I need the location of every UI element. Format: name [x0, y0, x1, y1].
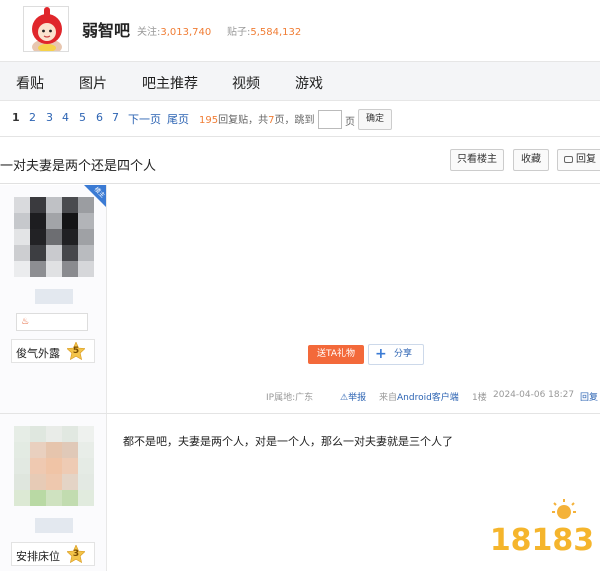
- ip-location: IP属地:广东: [266, 393, 314, 403]
- pagination-bar: 1 2 3 4 5 6 7 下一页 尾页 195回复贴，共7页，跳到: [0, 101, 600, 137]
- page-link[interactable]: 6: [96, 111, 103, 124]
- nav-item-posts[interactable]: 看贴: [16, 73, 44, 93]
- forum-mascot-icon: [24, 7, 68, 51]
- warning-icon: ⚠: [340, 393, 349, 403]
- reply-summary: 195回复贴，共7页，跳到: [199, 111, 314, 126]
- posts-stat: 贴子:5,584,132: [227, 23, 301, 38]
- site-watermark-logo: 18183: [492, 499, 592, 559]
- report-label: 举报: [348, 393, 367, 403]
- page-link[interactable]: 3: [46, 111, 53, 124]
- share-button[interactable]: + 分享: [368, 344, 424, 365]
- post-reply-link[interactable]: 回复: [580, 390, 598, 403]
- followers-count: 3,013,740: [160, 27, 212, 38]
- floor-number: 1楼: [472, 393, 487, 403]
- next-page-link[interactable]: 下一页: [128, 111, 161, 127]
- level-number: 5: [72, 346, 80, 356]
- username-blur: [35, 518, 73, 533]
- forum-name[interactable]: 弱智吧: [82, 17, 130, 41]
- followers-stat: 关注:3,013,740: [137, 23, 211, 38]
- page-link[interactable]: 4: [62, 111, 69, 124]
- page-count-unit: 页，: [274, 115, 295, 126]
- nav-item-images[interactable]: 图片: [79, 73, 107, 93]
- thread-title: 一对夫妻是两个还是四个人: [0, 159, 157, 174]
- only-op-button[interactable]: 只看楼主: [450, 149, 504, 171]
- forum-avatar[interactable]: [23, 6, 69, 52]
- reply-count: 195: [199, 115, 219, 126]
- user-name[interactable]: 安排床位: [16, 548, 60, 564]
- forum-header: 弱智吧 关注:3,013,740 贴子:5,584,132: [0, 0, 600, 61]
- page-link[interactable]: 7: [112, 111, 119, 124]
- jump-label: 跳到: [294, 115, 315, 126]
- plus-icon: +: [375, 346, 387, 362]
- posts-label: 贴子:: [227, 27, 251, 38]
- thread-title-bar: 一对夫妻是两个还是四个人 只看楼主 收藏 回复: [0, 138, 600, 184]
- posts-count: 5,584,132: [250, 27, 302, 38]
- page-link[interactable]: 2: [29, 111, 36, 124]
- reply-button[interactable]: 回复: [557, 149, 600, 171]
- forum-nav: 看贴 图片 吧主推荐 视频 游戏: [0, 61, 600, 101]
- post-source: 来自Android客户端: [379, 393, 459, 403]
- page-current: 1: [12, 111, 20, 124]
- level-badge: 5: [67, 342, 85, 360]
- last-page-link[interactable]: 尾页: [167, 111, 189, 127]
- nav-item-recommend[interactable]: 吧主推荐: [142, 73, 198, 93]
- send-gift-button[interactable]: 送TA礼物: [308, 345, 364, 364]
- jump-confirm-button[interactable]: 确定: [358, 109, 392, 130]
- reply-icon: [564, 156, 573, 163]
- username-blur: [35, 289, 73, 304]
- post-content: 都不是吧，夫妻是两个人，对是一个人，那么一对夫妻就是三个人了: [123, 435, 453, 448]
- reply-count-label: 回复贴，共: [218, 115, 269, 126]
- report-link[interactable]: ⚠举报: [340, 390, 366, 403]
- favorite-button[interactable]: 收藏: [513, 149, 549, 171]
- flame-icon: ♨: [21, 317, 30, 327]
- user-name[interactable]: 俊气外露: [16, 345, 60, 361]
- user-avatar[interactable]: [14, 197, 94, 277]
- followers-label: 关注:: [137, 27, 161, 38]
- share-label: 分享: [394, 349, 413, 359]
- user-avatar[interactable]: [14, 426, 94, 506]
- jump-page-input[interactable]: [318, 110, 342, 129]
- level-badge: 3: [67, 545, 85, 563]
- user-badge-row[interactable]: ♨: [16, 313, 88, 331]
- nav-item-video[interactable]: 视频: [232, 73, 260, 93]
- level-number: 3: [72, 549, 80, 559]
- client-link[interactable]: Android客户端: [397, 393, 459, 403]
- jump-page-unit: 页: [345, 117, 355, 128]
- reply-button-label: 回复: [576, 154, 596, 165]
- post-time: 2024-04-06 18:27: [493, 390, 575, 400]
- post-floor-1: 楼主 ♨ 俊气外露 5: [0, 185, 600, 413]
- sun-icon: [557, 505, 571, 519]
- page-link[interactable]: 5: [79, 111, 86, 124]
- nav-item-games[interactable]: 游戏: [295, 73, 323, 93]
- watermark-text: 18183: [492, 523, 592, 558]
